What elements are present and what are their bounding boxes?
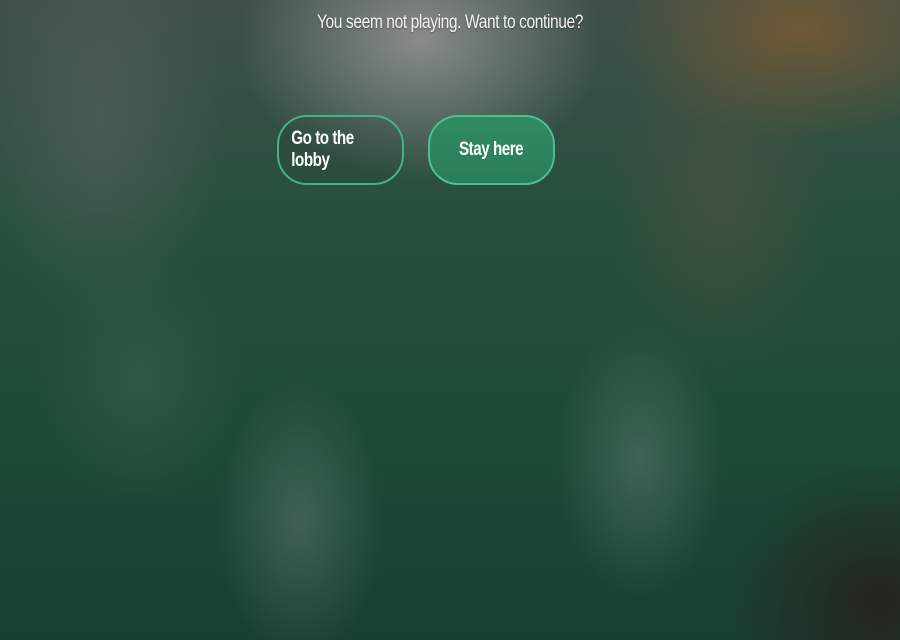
go-to-lobby-button[interactable]: Go to the lobby [277, 115, 404, 185]
inactivity-message: You seem not playing. Want to continue? [316, 12, 584, 33]
stay-here-label: Stay here [459, 139, 524, 160]
stay-here-button[interactable]: Stay here [428, 115, 555, 185]
blurred-game-background [0, 0, 900, 640]
go-to-lobby-label: Go to the lobby [291, 128, 354, 171]
